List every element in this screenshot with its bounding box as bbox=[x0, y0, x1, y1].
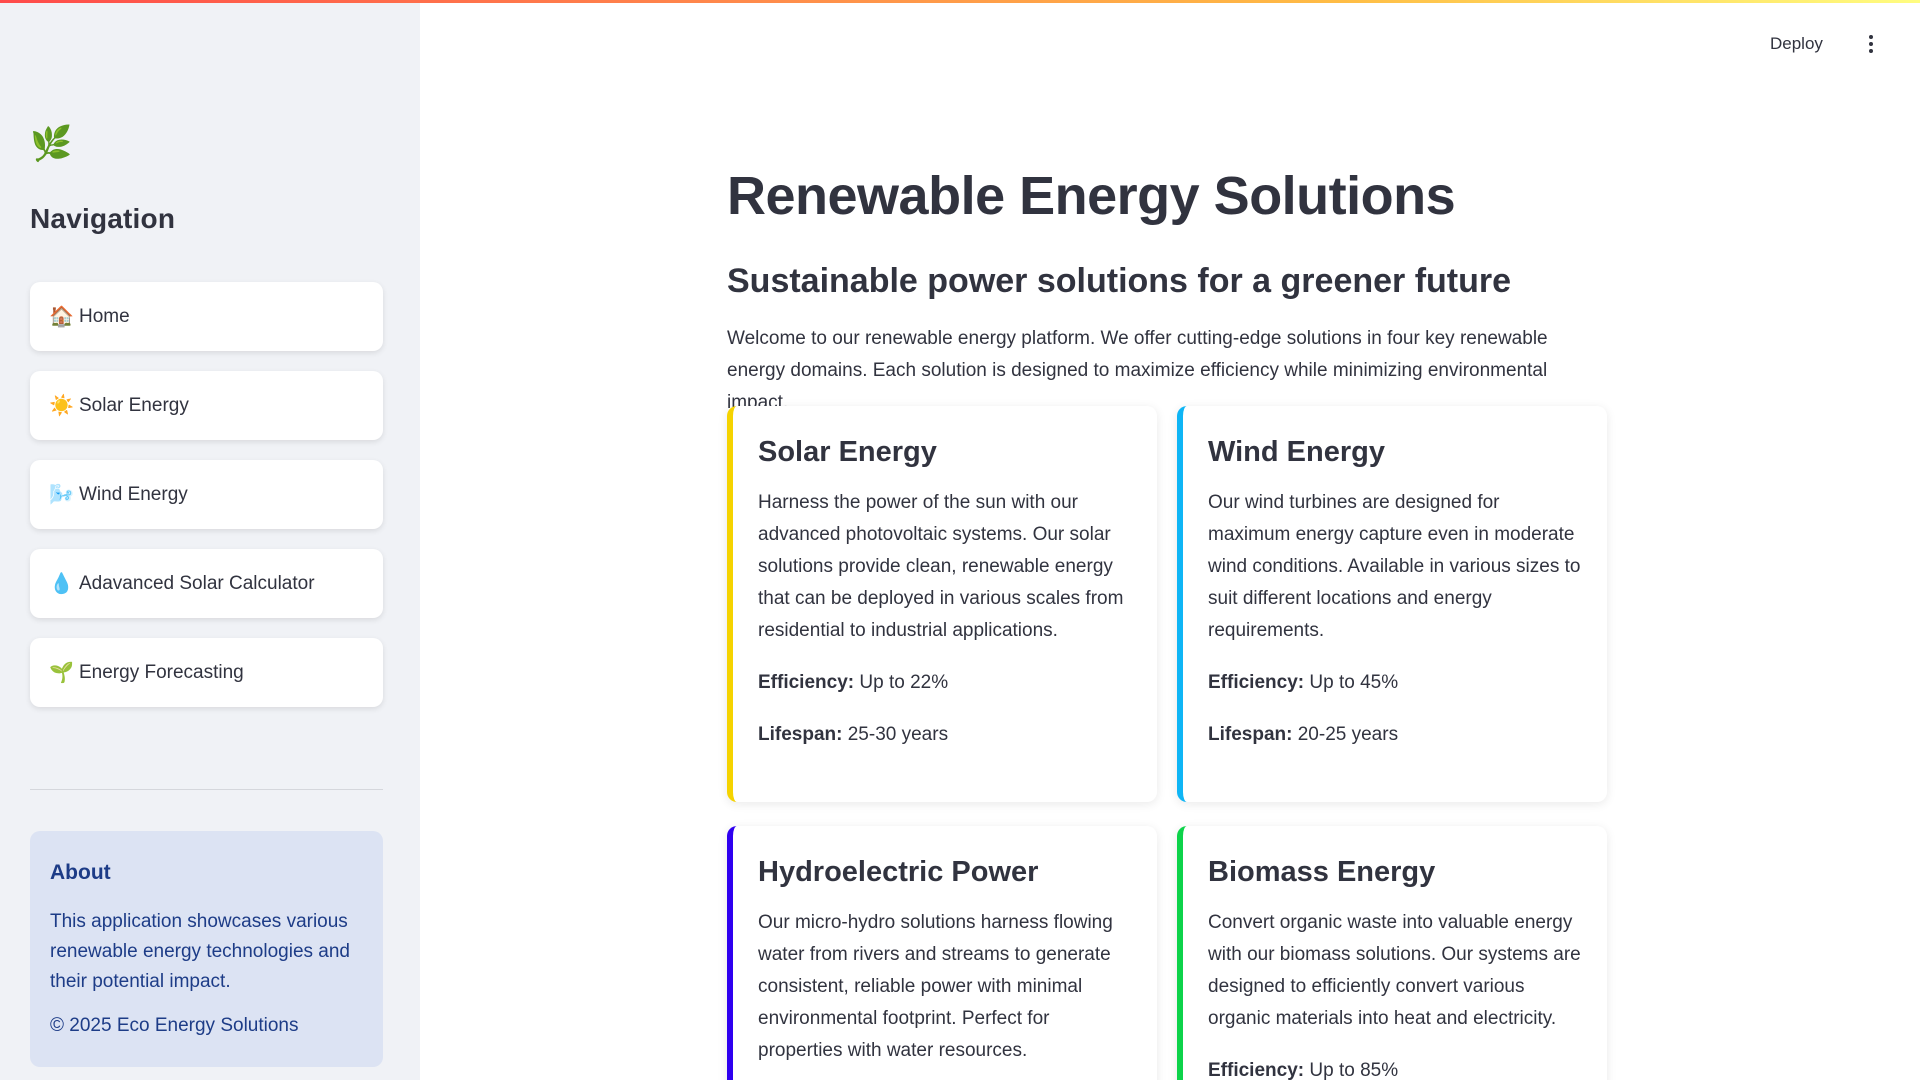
card-solar-energy: Solar Energy Harness the power of the su… bbox=[727, 406, 1157, 802]
efficiency-label: Efficiency: bbox=[1208, 1060, 1305, 1080]
efficiency-label: Efficiency: bbox=[1208, 672, 1305, 693]
efficiency-label: Efficiency: bbox=[758, 672, 855, 693]
intro-text: Welcome to our renewable energy platform… bbox=[727, 328, 1548, 413]
vertical-dots-icon[interactable] bbox=[1860, 32, 1882, 56]
card-title: Solar Energy bbox=[758, 436, 937, 468]
top-decoration-bar bbox=[0, 0, 1920, 3]
card-description: Harness the power of the sun with our ad… bbox=[758, 492, 1124, 641]
leaf-logo-icon: 🌿 bbox=[30, 125, 73, 163]
sidebar-divider bbox=[30, 789, 383, 790]
card-title: Biomass Energy bbox=[1208, 856, 1436, 888]
card-title: Wind Energy bbox=[1208, 436, 1385, 468]
efficiency-value: Up to 45% bbox=[1309, 672, 1399, 693]
card-efficiency: Efficiency: Up to 45% bbox=[1208, 667, 1583, 699]
sidebar: 🌿 Navigation 🏠 Home ☀️ Solar Energy 🌬️ W… bbox=[0, 0, 420, 1080]
lifespan-label: Lifespan: bbox=[1208, 724, 1293, 745]
card-hydroelectric-power: Hydroelectric Power Our micro-hydro solu… bbox=[727, 826, 1157, 1080]
sidebar-item-label: Home bbox=[79, 305, 130, 327]
efficiency-value: Up to 22% bbox=[859, 672, 949, 693]
sun-icon: ☀️ bbox=[49, 395, 74, 417]
wind-icon: 🌬️ bbox=[49, 484, 74, 506]
sidebar-item-solar-energy[interactable]: ☀️ Solar Energy bbox=[30, 371, 383, 440]
deploy-button[interactable]: Deploy bbox=[1770, 34, 1823, 54]
seedling-icon: 🌱 bbox=[49, 662, 74, 684]
lifespan-value: 20-25 years bbox=[1297, 724, 1399, 745]
card-description: Convert organic waste into valuable ener… bbox=[1208, 912, 1581, 1029]
card-wind-energy: Wind Energy Our wind turbines are design… bbox=[1177, 406, 1607, 802]
card-efficiency: Efficiency: Up to 22% bbox=[758, 667, 1133, 699]
efficiency-value: Up to 85% bbox=[1309, 1060, 1399, 1080]
sidebar-title: Navigation bbox=[30, 203, 176, 234]
lifespan-value: 25-30 years bbox=[847, 724, 949, 745]
card-description: Our wind turbines are designed for maxim… bbox=[1208, 492, 1581, 641]
card-biomass-energy: Biomass Energy Convert organic waste int… bbox=[1177, 826, 1607, 1080]
card-lifespan: Lifespan: 25-30 years bbox=[758, 719, 1133, 751]
card-title: Hydroelectric Power bbox=[758, 856, 1039, 888]
card-efficiency: Efficiency: Up to 85% bbox=[1208, 1055, 1583, 1080]
card-lifespan: Lifespan: 20-25 years bbox=[1208, 719, 1583, 751]
page-title: Renewable Energy Solutions bbox=[727, 166, 1456, 226]
sidebar-item-label: Solar Energy bbox=[79, 394, 189, 416]
about-text: This application showcases various renew… bbox=[50, 911, 350, 992]
about-title: About bbox=[50, 861, 111, 884]
sidebar-item-label: Wind Energy bbox=[79, 483, 188, 505]
sidebar-item-label: Adavanced Solar Calculator bbox=[79, 572, 315, 594]
droplet-icon: 💧 bbox=[49, 573, 74, 595]
lifespan-label: Lifespan: bbox=[758, 724, 843, 745]
sidebar-item-energy-forecasting[interactable]: 🌱 Energy Forecasting bbox=[30, 638, 383, 707]
sidebar-item-solar-calculator[interactable]: 💧 Adavanced Solar Calculator bbox=[30, 549, 383, 618]
sidebar-item-home[interactable]: 🏠 Home bbox=[30, 282, 383, 351]
about-box: About This application showcases various… bbox=[30, 831, 383, 1067]
sidebar-item-wind-energy[interactable]: 🌬️ Wind Energy bbox=[30, 460, 383, 529]
card-description: Our micro-hydro solutions harness flowin… bbox=[758, 912, 1113, 1061]
copyright-text: © 2025 Eco Energy Solutions bbox=[50, 1015, 299, 1036]
sidebar-nav: 🏠 Home ☀️ Solar Energy 🌬️ Wind Energy 💧 … bbox=[30, 282, 383, 727]
page-subtitle: Sustainable power solutions for a greene… bbox=[727, 262, 1512, 300]
sidebar-item-label: Energy Forecasting bbox=[79, 661, 244, 683]
house-icon: 🏠 bbox=[49, 306, 74, 328]
